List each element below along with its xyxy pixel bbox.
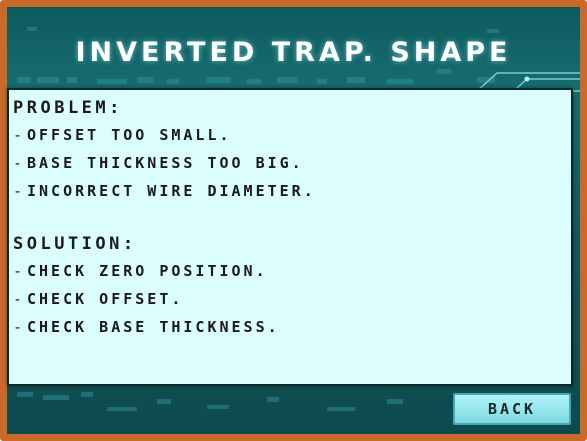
- troubleshooting-panel: PROBLEM: - Offset too small. - Base thic…: [7, 88, 573, 386]
- solution-item: - Check offset.: [13, 290, 571, 308]
- page-title: INVERTED TRAP. SHAPE: [75, 37, 512, 68]
- solution-item-text: Check offset.: [27, 290, 184, 308]
- solution-item-text: Check base thickness.: [27, 318, 280, 336]
- bullet-dash: -: [13, 318, 26, 336]
- problem-item: - Base thickness too big.: [13, 154, 571, 172]
- solution-item-text: Check Zero Position.: [27, 262, 268, 280]
- back-button[interactable]: BACK: [453, 393, 571, 425]
- bullet-dash: -: [13, 154, 26, 172]
- problem-heading: PROBLEM:: [13, 98, 123, 118]
- problem-item-text: Base thickness too big.: [27, 154, 304, 172]
- bullet-dash: -: [13, 182, 26, 200]
- problem-item-text: Incorrect wire diameter.: [27, 182, 316, 200]
- solution-item: - Check Zero Position.: [13, 262, 571, 280]
- solution-heading: SOLUTION:: [13, 234, 137, 254]
- problem-item: - Incorrect wire diameter.: [13, 182, 571, 200]
- bullet-dash: -: [13, 290, 26, 308]
- solution-item: - Check base thickness.: [13, 318, 571, 336]
- bullet-dash: -: [13, 126, 26, 144]
- problem-item-text: Offset too small.: [27, 126, 232, 144]
- bullet-dash: -: [13, 262, 26, 280]
- problem-item: - Offset too small.: [13, 126, 571, 144]
